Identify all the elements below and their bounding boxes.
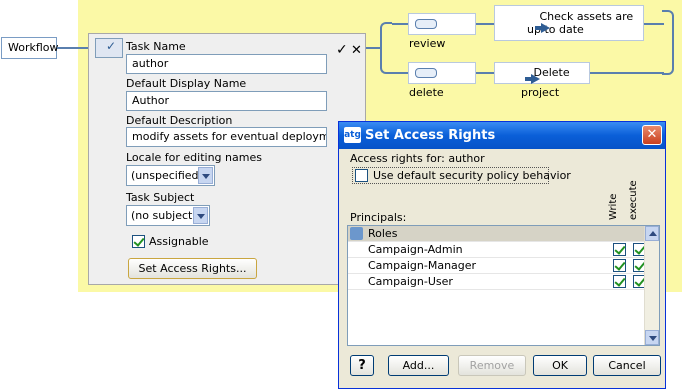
remove-button[interactable]: Remove — [458, 355, 526, 376]
dialog-title: Set Access Rights — [365, 128, 496, 143]
description-label: Default Description — [126, 114, 233, 127]
outcome-pill-icon — [415, 68, 437, 78]
help-button[interactable]: ? — [350, 355, 374, 376]
connector-line — [57, 47, 88, 49]
task-check-icon: ✓ — [106, 39, 117, 53]
action-check-assets[interactable]: Check assets are up to date — [494, 5, 644, 41]
action-delete-project[interactable]: Delete project — [494, 62, 590, 99]
column-header-execute: execute — [628, 180, 639, 220]
principal-row[interactable]: Campaign-User — [348, 274, 646, 290]
connector-line — [590, 72, 664, 74]
cancel-button[interactable]: Cancel — [593, 355, 661, 376]
access-for-text: Access rights for: — [350, 152, 445, 165]
task-editor-panel: ✓ Task Name author ✓ ✕ Default Display N… — [88, 33, 366, 285]
assignable-checkbox[interactable] — [132, 235, 145, 248]
task-name-field[interactable]: author — [126, 54, 327, 74]
set-access-rights-dialog: atg Set Access Rights ✕ Access rights fo… — [338, 121, 666, 389]
ok-button[interactable]: OK — [533, 355, 587, 376]
chevron-up-icon — [649, 231, 657, 236]
default-policy-label: Use default security policy behavior — [373, 169, 571, 182]
assignable-label: Assignable — [149, 235, 209, 248]
access-for-value: author — [448, 152, 485, 165]
dialog-titlebar[interactable]: atg Set Access Rights ✕ — [339, 122, 665, 149]
set-access-rights-button[interactable]: Set Access Rights... — [128, 258, 257, 279]
principal-name: Campaign-User — [368, 275, 453, 288]
outcome-label: review — [409, 37, 446, 50]
chevron-down-icon[interactable] — [198, 167, 213, 184]
confirm-icon[interactable]: ✓ — [336, 42, 348, 58]
close-button[interactable]: ✕ — [642, 125, 662, 145]
display-name-label: Default Display Name — [126, 77, 247, 90]
group-header-roles[interactable]: Roles — [348, 226, 644, 242]
cancel-icon[interactable]: ✕ — [351, 43, 362, 58]
write-checkbox[interactable] — [613, 275, 626, 288]
action-arrow-icon — [525, 74, 540, 84]
subject-select[interactable]: (no subject) — [126, 205, 210, 226]
chevron-down-icon — [649, 336, 657, 341]
principals-list: Roles Campaign-Admin Campaign-Manager Ca… — [347, 225, 660, 346]
branch-bracket-right — [662, 10, 674, 75]
scroll-up-button[interactable] — [645, 226, 659, 241]
principal-name: Campaign-Manager — [368, 259, 477, 272]
list-scrollbar[interactable] — [644, 226, 659, 345]
write-checkbox[interactable] — [613, 259, 626, 272]
workflow-root-node[interactable]: Workflow — [1, 37, 59, 59]
connector-line — [476, 23, 494, 25]
outcome-delete[interactable]: delete — [408, 62, 476, 99]
principals-label: Principals: — [350, 211, 407, 224]
app-logo-icon: atg — [344, 127, 361, 143]
default-policy-checkbox[interactable] — [355, 169, 368, 182]
access-for-label: Access rights for: author — [350, 152, 485, 165]
branch-bracket — [380, 22, 392, 74]
principal-row[interactable]: Campaign-Manager — [348, 258, 646, 274]
chevron-down-icon[interactable] — [193, 207, 208, 224]
task-name-label: Task Name — [126, 40, 186, 53]
subject-label: Task Subject — [126, 191, 195, 204]
subject-value: (no subject) — [131, 209, 197, 222]
action-arrow-icon — [535, 23, 550, 33]
write-checkbox[interactable] — [613, 243, 626, 256]
principal-name: Campaign-Admin — [368, 243, 463, 256]
locale-label: Locale for editing names — [126, 151, 262, 164]
scroll-down-button[interactable] — [645, 330, 659, 345]
display-name-field[interactable]: Author — [126, 91, 327, 111]
connector-line — [476, 72, 494, 74]
workflow-root-label: Workflow — [8, 41, 59, 54]
outcome-label: delete — [409, 86, 444, 99]
description-field[interactable]: modify assets for eventual deployment — [126, 127, 327, 147]
outcome-review[interactable]: review — [408, 13, 476, 50]
group-header-label: Roles — [368, 227, 398, 240]
column-header-write: Write — [608, 193, 619, 220]
add-button[interactable]: Add... — [388, 355, 449, 376]
connector-line — [644, 23, 664, 25]
principal-row[interactable]: Campaign-Admin — [348, 242, 646, 258]
default-policy-option[interactable]: Use default security policy behavior — [352, 167, 571, 184]
outcome-pill-icon — [415, 19, 437, 29]
locale-value: (unspecified) — [131, 169, 203, 182]
user-group-icon — [350, 227, 363, 240]
task-icon: ✓ — [95, 38, 123, 58]
locale-select[interactable]: (unspecified) — [126, 165, 215, 186]
